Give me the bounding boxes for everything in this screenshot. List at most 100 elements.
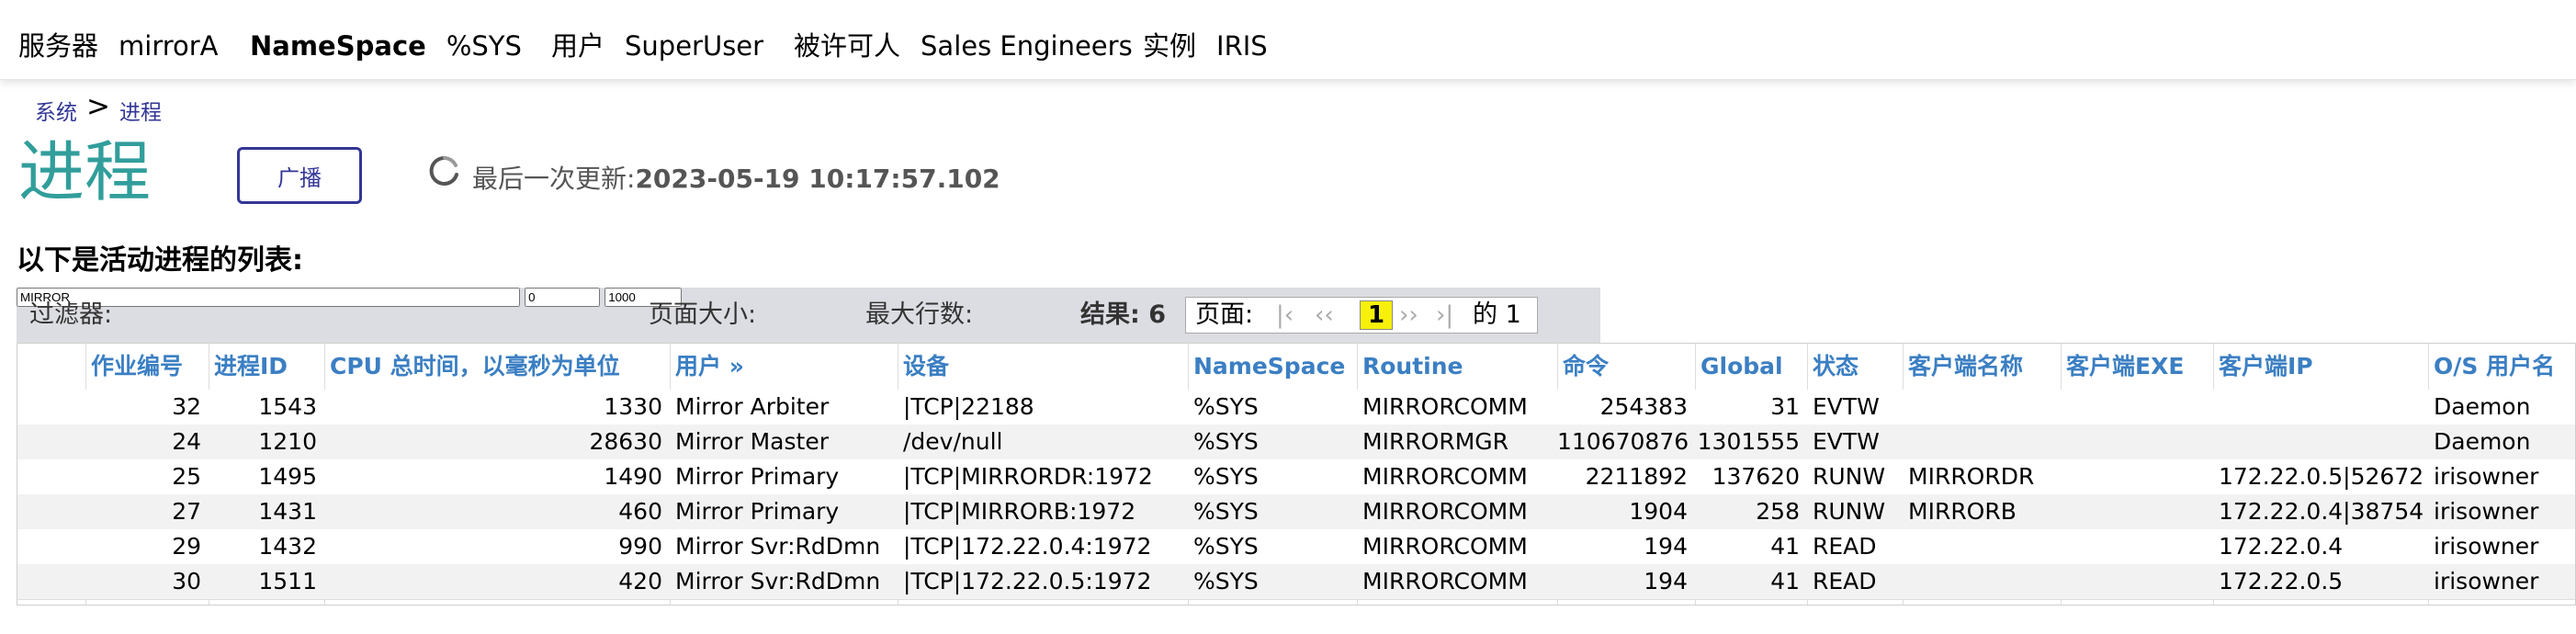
broadcast-button[interactable]: 广播 (237, 147, 362, 204)
cell-os-user: Daemon (2434, 393, 2531, 420)
last-update-timestamp: 2023-05-19 10:17:57.102 (635, 164, 1000, 194)
last-update-label: 最后一次更新: (472, 164, 636, 194)
cell-device: |TCP|172.22.0.4:1972 (903, 533, 1152, 560)
header-client-exe[interactable]: 客户端EXE (2061, 349, 2213, 384)
header-os-user[interactable]: O/S 用户名 (2428, 349, 2575, 384)
cell-client-ip (2213, 425, 2428, 459)
cell-command: 194 (1644, 533, 1688, 560)
user-label: 用户 (551, 30, 605, 62)
last-page-button[interactable]: ›| (1436, 300, 1453, 331)
cell-global: 41 (1770, 533, 1800, 560)
table-row[interactable]: 29 1432 990 Mirror Svr:RdDmn |TCP|172.22.0.4… (17, 529, 2575, 565)
server-value: mirrorA (119, 30, 219, 62)
header-command[interactable]: 命令 (1557, 349, 1695, 384)
cell-cpu-time: 990 (618, 533, 662, 560)
filter-label: 过滤器: (29, 300, 113, 329)
table-row[interactable]: 32 1543 1330 Mirror Arbiter |TCP|22188 %SYS MI… (17, 390, 2575, 425)
cell-routine: MIRRORCOMM (1362, 533, 1528, 560)
namespace-label: NameSpace (250, 30, 426, 62)
first-page-button[interactable]: |‹ (1276, 300, 1294, 331)
instance-value: IRIS (1216, 30, 1268, 62)
table-header: 作业编号 进程ID CPU 总时间，以毫秒为单位 用户 » 设备 NameSpace Rou… (17, 344, 2575, 391)
cell-client-ip: 172.22.0.4 (2219, 533, 2344, 560)
cell-command: 1904 (1629, 498, 1688, 525)
cell-namespace: %SYS (1193, 498, 1259, 525)
cell-command: 194 (1644, 568, 1688, 594)
cell-namespace: %SYS (1193, 568, 1259, 594)
cell-user: Mirror Svr:RdDmn (675, 533, 881, 560)
cell-state: RUNW (1813, 463, 1886, 490)
instance-info: 实例 IRIS (1143, 28, 1268, 64)
header-client-ip[interactable]: 客户端IP (2213, 349, 2428, 384)
cell-pid: 1431 (258, 498, 317, 525)
cell-global: 1301555 (1697, 428, 1800, 455)
cell-cpu-time: 28630 (589, 428, 662, 455)
cell-user: Mirror Primary (675, 463, 840, 490)
user-info: 用户 SuperUser (551, 28, 763, 64)
of-label: 的 (1473, 300, 1497, 329)
cell-device: |TCP|MIRRORDR:1972 (903, 463, 1153, 490)
cell-global: 41 (1770, 568, 1800, 594)
header-user[interactable]: 用户 » (670, 349, 898, 384)
cell-os-user: irisowner (2434, 568, 2539, 594)
table-row[interactable]: 24 1210 28630 Mirror Master/dev/null %SYS MIR… (17, 425, 2575, 460)
cell-client-ip: 172.22.0.5|52672 (2219, 463, 2424, 490)
cell-global: 258 (1756, 498, 1800, 525)
process-table: 作业编号 进程ID CPU 总时间，以毫秒为单位 用户 » 设备 NameSpace Rou… (17, 343, 2576, 606)
licensee-info: 被许可人 Sales Engineers (794, 28, 1133, 64)
cell-namespace: %SYS (1193, 428, 1259, 455)
table-row[interactable]: 30 1511 420 Mirror Svr:RdDmn |TCP|172.22.0.5… (17, 564, 2575, 600)
cell-client-ip: 172.22.0.5 (2219, 568, 2344, 594)
table-row[interactable]: 25 1495 1490 Mirror Primary |TCP|MIRRORDR:19… (17, 459, 2575, 495)
cell-pid: 1432 (258, 533, 317, 560)
next-page-button[interactable]: ›› (1399, 300, 1418, 331)
cell-routine: MIRRORCOMM (1362, 393, 1528, 420)
cell-client-name (1903, 529, 2061, 564)
current-page[interactable]: 1 (1360, 300, 1393, 330)
cell-os-user: Daemon (2434, 428, 2531, 455)
header-routine[interactable]: Routine (1357, 349, 1557, 384)
header-namespace[interactable]: NameSpace (1188, 349, 1357, 384)
cell-cpu-time: 1490 (604, 463, 662, 490)
cell-client-exe (2061, 529, 2213, 564)
cell-state: READ (1813, 533, 1877, 560)
page-title: 进程 (18, 133, 152, 210)
licensee-label: 被许可人 (794, 30, 901, 62)
results-value: 6 (1148, 300, 1167, 329)
breadcrumb-current[interactable]: 进程 (119, 101, 162, 125)
header-state[interactable]: 状态 (1807, 349, 1903, 384)
server-label: 服务器 (18, 30, 99, 62)
namespace-info: NameSpace %SYS (250, 28, 522, 64)
header-global[interactable]: Global (1695, 349, 1807, 384)
total-pages-value: 1 (1505, 300, 1521, 329)
cell-pid: 1543 (258, 393, 317, 420)
prev-page-button[interactable]: ‹‹ (1315, 300, 1334, 331)
header-cpu-time[interactable]: CPU 总时间，以毫秒为单位 (324, 349, 670, 384)
max-rows-label: 最大行数: (865, 300, 974, 329)
breadcrumb-separator: > (86, 90, 110, 123)
page-size-input[interactable] (525, 288, 601, 307)
header-client-name[interactable]: 客户端名称 (1903, 349, 2061, 384)
cell-pid: 1511 (258, 568, 317, 594)
breadcrumb-system-link[interactable]: 系统 (35, 101, 77, 125)
cell-state: READ (1813, 568, 1877, 594)
pager: 页面: |‹ ‹‹ 1 ›› ›| 的 1 (1185, 297, 1538, 334)
cell-job-id: 24 (172, 428, 201, 455)
instance-label: 实例 (1143, 30, 1197, 62)
cell-job-id: 29 (172, 533, 201, 560)
table-row[interactable]: 27 1431 460 Mirror Primary |TCP|MIRRORB:1972… (17, 494, 2575, 530)
user-value: SuperUser (625, 30, 764, 62)
server-info: 服务器 mirrorA (18, 28, 219, 64)
header-device[interactable]: 设备 (898, 349, 1188, 384)
cell-namespace: %SYS (1193, 393, 1259, 420)
cell-client-ip (2213, 390, 2428, 425)
cell-job-id: 27 (172, 498, 201, 525)
cell-client-name: MIRRORDR (1908, 463, 2035, 490)
refresh-icon[interactable] (428, 154, 461, 187)
cell-os-user: irisowner (2434, 498, 2539, 525)
header-pid[interactable]: 进程ID (209, 349, 324, 384)
header-job-id[interactable]: 作业编号 (85, 349, 209, 384)
cell-pid: 1210 (258, 428, 317, 455)
page-label: 页面: (1195, 300, 1254, 329)
cell-command: 254383 (1599, 393, 1688, 420)
